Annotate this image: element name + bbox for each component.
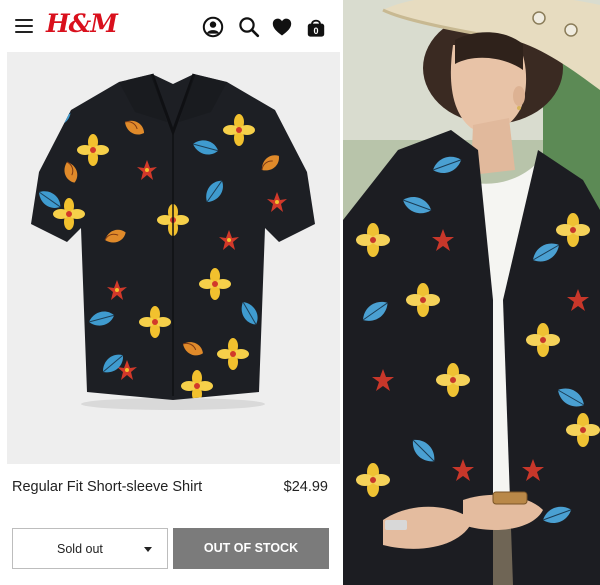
hawaiian-shirt-image <box>7 52 340 464</box>
model-photo <box>343 0 600 585</box>
size-select[interactable]: Sold out <box>12 528 168 569</box>
model-photo-illustration <box>343 0 600 585</box>
product-price: $24.99 <box>283 479 328 495</box>
product-image[interactable] <box>7 52 340 464</box>
out-of-stock-button[interactable]: OUT OF STOCK <box>173 528 329 569</box>
size-select-value: Sold out <box>57 542 103 556</box>
search-icon[interactable] <box>238 16 260 38</box>
menu-icon[interactable] <box>15 19 33 33</box>
chevron-down-icon <box>144 547 152 552</box>
hm-logo[interactable]: H&M <box>46 9 118 38</box>
product-panel: H&M 0 Regular Fit Short-sleeve Shirt $24… <box>0 0 341 585</box>
cart-count: 0 <box>313 26 318 36</box>
heart-icon[interactable] <box>271 16 293 38</box>
top-navigation-bar: H&M 0 <box>0 0 341 52</box>
product-title: Regular Fit Short-sleeve Shirt <box>12 479 203 495</box>
shopping-bag-icon[interactable]: 0 <box>305 16 327 38</box>
account-icon[interactable] <box>202 16 224 38</box>
